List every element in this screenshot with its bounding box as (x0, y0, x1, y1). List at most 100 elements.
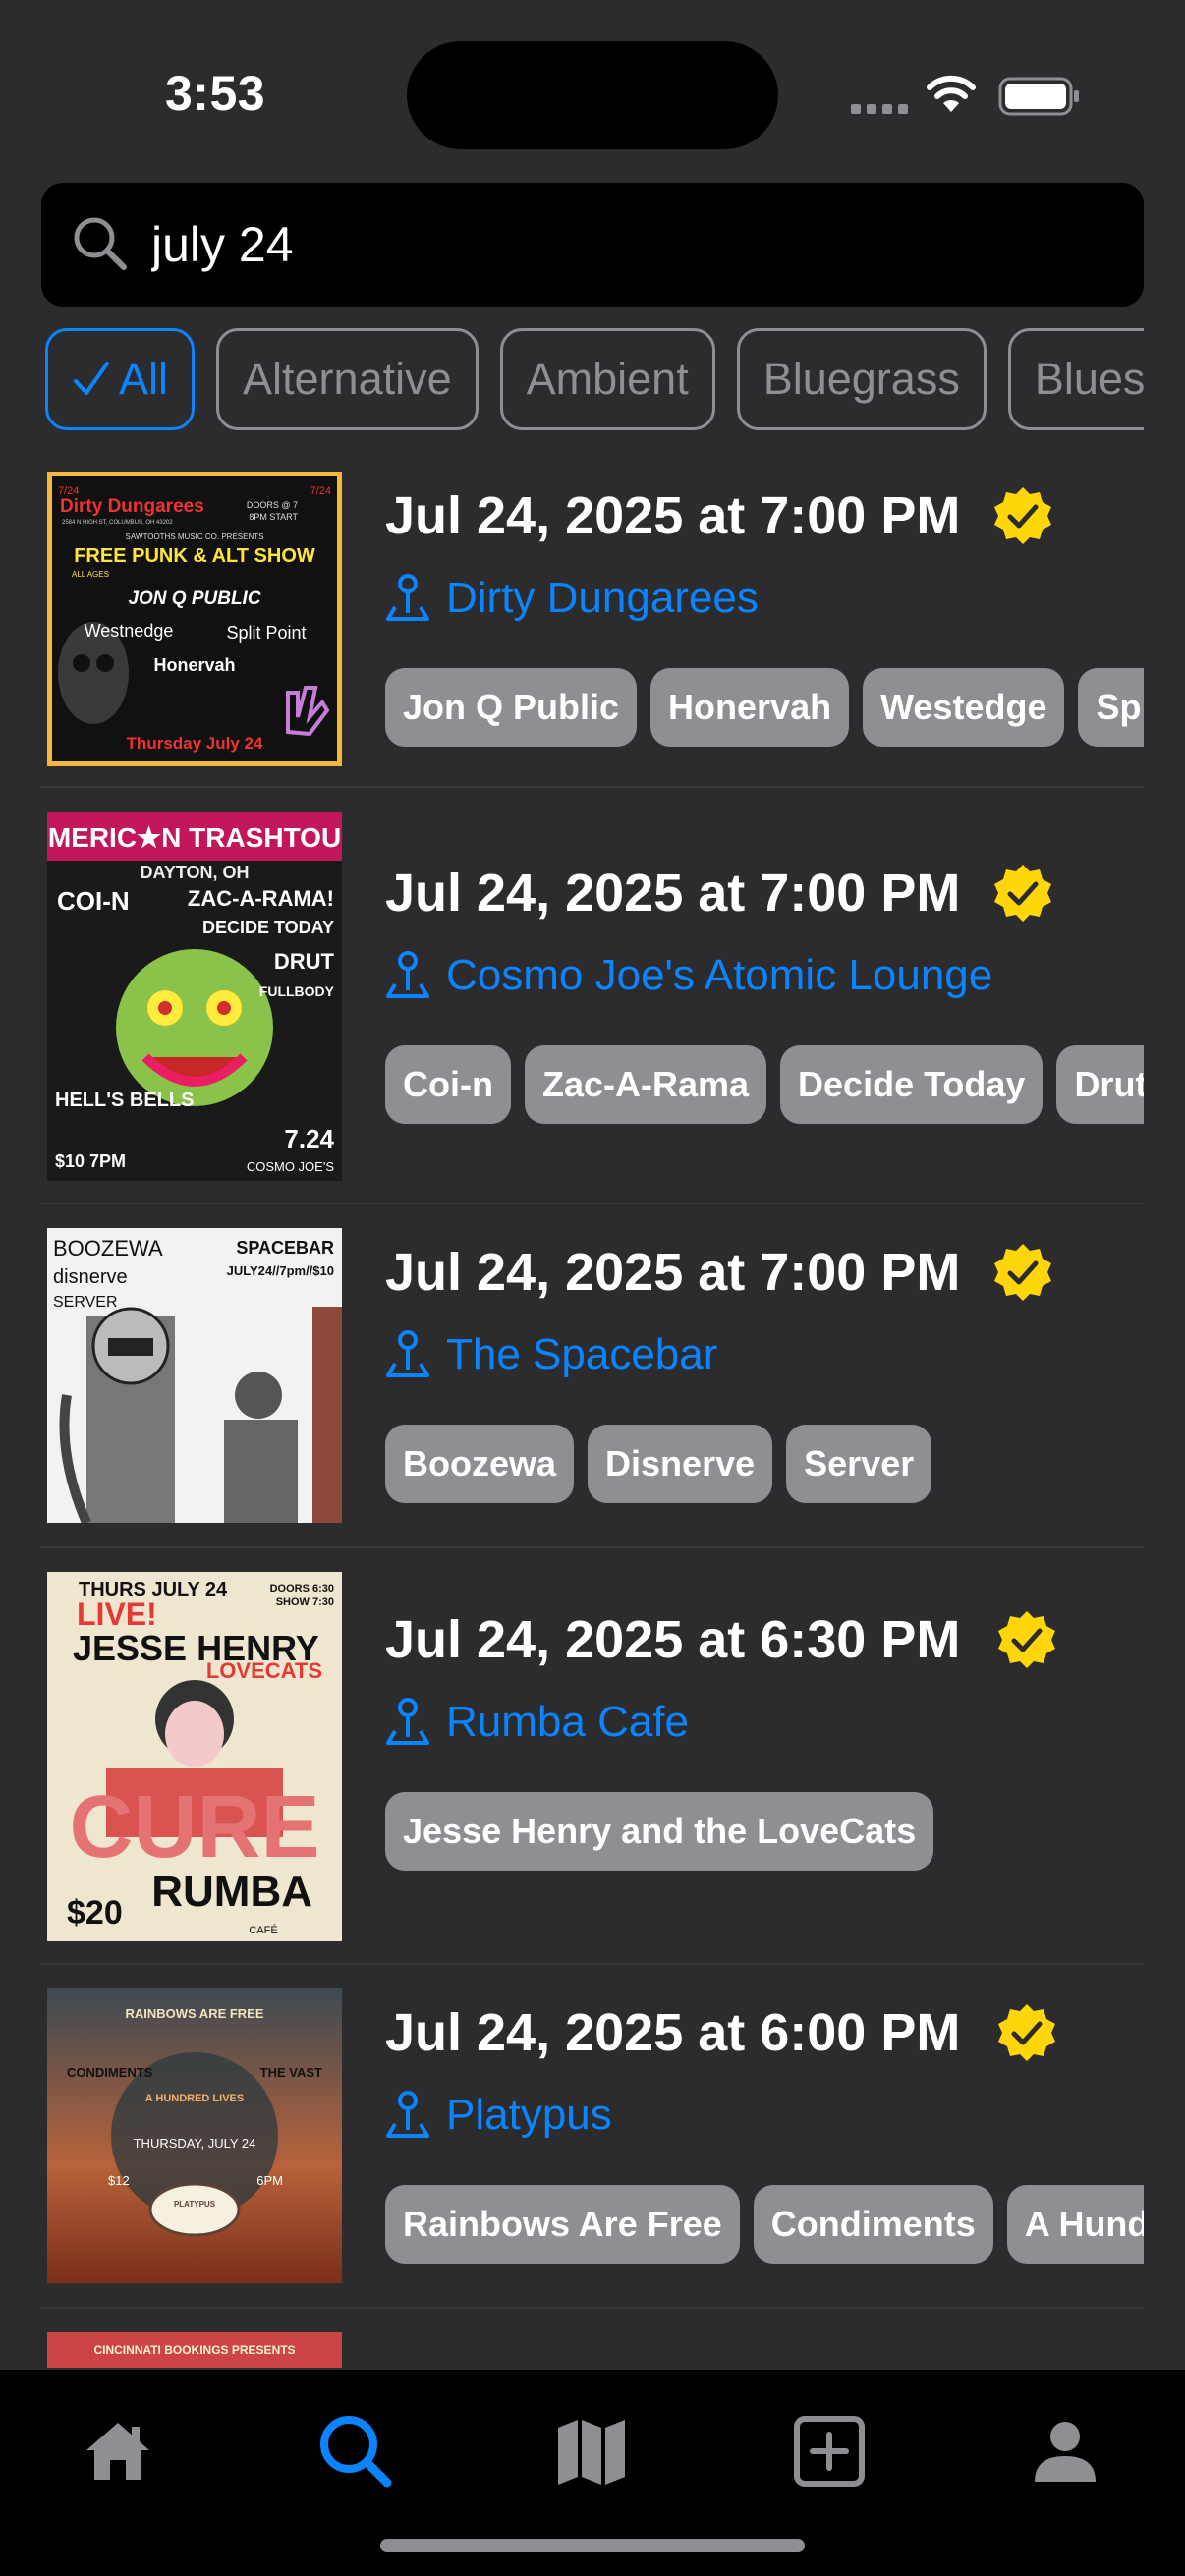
svg-text:CONDIMENTS: CONDIMENTS (67, 2065, 153, 2080)
artist-tag[interactable]: Rainbows Are Free (385, 2185, 740, 2264)
svg-text:6PM: 6PM (256, 2173, 283, 2188)
artist-tag[interactable]: Coi-n (385, 1045, 511, 1124)
svg-text:A HUNDRED LIVES: A HUNDRED LIVES (145, 2093, 244, 2104)
venue-link[interactable]: Cosmo Joe's Atomic Lounge (385, 951, 992, 1000)
svg-text:Honervah: Honervah (153, 655, 235, 675)
svg-text:COSMO JOE'S: COSMO JOE'S (247, 1159, 334, 1174)
status-time: 3:53 (165, 66, 266, 121)
event-list: 7/24 7/24 Dirty Dungarees DOORS @ 7 8PM … (41, 452, 1144, 2368)
event-poster: 7/24 7/24 Dirty Dungarees DOORS @ 7 8PM … (47, 472, 342, 766)
artist-tag[interactable]: A Hundred Lives (1006, 2185, 1144, 2264)
filter-chip-ambient[interactable]: Ambient (499, 328, 715, 430)
artist-tags: Coi-n Zac-A-Rama Decide Today Drut (385, 1045, 1144, 1124)
artist-tag[interactable]: Westedge (863, 668, 1065, 747)
location-pin-icon (386, 1330, 429, 1377)
venue-link[interactable]: Platypus (385, 2091, 612, 2140)
artist-tag[interactable]: Server (786, 1425, 932, 1503)
filter-chip-label: Bluegrass (762, 354, 960, 404)
tab-map[interactable] (542, 2407, 641, 2495)
dynamic-island (407, 41, 778, 149)
svg-text:AMERIC★N TRASHTOUR: AMERIC★N TRASHTOUR (47, 822, 342, 853)
svg-text:$12: $12 (108, 2173, 130, 2188)
svg-text:7.24: 7.24 (284, 1124, 334, 1153)
svg-text:DECIDE TODAY: DECIDE TODAY (202, 918, 334, 937)
svg-text:THURSDAY, JULY 24: THURSDAY, JULY 24 (134, 2136, 256, 2151)
artist-tag[interactable]: Disnerve (588, 1425, 773, 1503)
event-poster: CINCINNATI BOOKINGS PRESENTS (47, 2332, 342, 2368)
artist-tag[interactable]: Boozewa (385, 1425, 575, 1503)
event-row[interactable]: BOOZEWA disnerve SERVER SPACEBAR JULY24/… (41, 1204, 1144, 1548)
svg-text:SHOW 7:30: SHOW 7:30 (276, 1596, 334, 1608)
tab-profile[interactable] (1016, 2407, 1114, 2495)
filter-chip-label: All (119, 354, 169, 404)
search-bar[interactable] (41, 183, 1144, 307)
home-icon (86, 2423, 149, 2480)
event-row[interactable]: THURS JULY 24 DOORS 6:30 SHOW 7:30 LIVE!… (41, 1548, 1144, 1965)
svg-text:Split Point: Split Point (226, 623, 306, 643)
verified-badge-icon (994, 487, 1051, 544)
filter-chip-bluegrass[interactable]: Bluegrass (736, 328, 987, 430)
venue-name: Cosmo Joe's Atomic Lounge (446, 951, 993, 999)
artist-tag[interactable]: Zac-A-Rama (524, 1045, 767, 1124)
svg-text:CAFÉ: CAFÉ (249, 1924, 277, 1936)
svg-text:SERVER: SERVER (53, 1294, 118, 1311)
tab-add[interactable] (780, 2407, 878, 2495)
venue-name: Rumba Cafe (446, 1698, 690, 1746)
venue-link[interactable]: Dirty Dungarees (385, 574, 759, 623)
svg-text:Thursday July 24: Thursday July 24 (127, 734, 263, 753)
filter-chip-label: Blues (1034, 354, 1144, 404)
svg-text:ZAC-A-RAMA!: ZAC-A-RAMA! (188, 886, 334, 911)
event-row[interactable]: CINCINNATI BOOKINGS PRESENTS (41, 2309, 1144, 2368)
event-poster: AMERIC★N TRASHTOUR DAYTON, OH COI-N ZAC-… (47, 812, 342, 1181)
artist-tag[interactable]: Drut (1056, 1045, 1144, 1124)
svg-text:Westnedge: Westnedge (85, 621, 174, 641)
svg-text:RAINBOWS ARE FREE: RAINBOWS ARE FREE (125, 2006, 263, 2021)
event-row[interactable]: 7/24 7/24 Dirty Dungarees DOORS @ 7 8PM … (41, 452, 1144, 788)
location-pin-icon (386, 1698, 429, 1745)
artist-tags: Jesse Henry and the LoveCats (385, 1792, 1144, 1871)
artist-tag[interactable]: Split Point (1078, 668, 1144, 747)
home-indicator (380, 2539, 805, 2552)
svg-text:2584 N HIGH ST, COLUMBUS, OH 4: 2584 N HIGH ST, COLUMBUS, OH 43202 (62, 520, 173, 526)
artist-tag[interactable]: Honervah (650, 668, 850, 747)
artist-tag[interactable]: Jon Q Public (385, 668, 638, 747)
venue-link[interactable]: The Spacebar (385, 1330, 717, 1379)
location-pin-icon (386, 2091, 429, 2138)
filter-chip-blues[interactable]: Blues (1007, 328, 1144, 430)
map-icon (558, 2420, 625, 2485)
svg-text:DAYTON, OH: DAYTON, OH (140, 863, 249, 882)
tab-search[interactable] (307, 2407, 405, 2495)
svg-text:THE VAST: THE VAST (260, 2065, 322, 2080)
svg-text:7/24: 7/24 (310, 485, 331, 497)
svg-text:JON Q PUBLIC: JON Q PUBLIC (128, 588, 260, 609)
artist-tags: Rainbows Are Free Condiments A Hundred L… (385, 2185, 1144, 2264)
status-bar: 3:53 (0, 0, 1185, 177)
event-row[interactable]: AMERIC★N TRASHTOUR DAYTON, OH COI-N ZAC-… (41, 788, 1144, 1204)
event-row[interactable]: RAINBOWS ARE FREE CONDIMENTS THE VAST A … (41, 1965, 1144, 2309)
artist-tag[interactable]: Jesse Henry and the LoveCats (385, 1792, 934, 1871)
filter-chip-label: Ambient (526, 354, 689, 404)
svg-text:JULY24//7pm//$10: JULY24//7pm//$10 (227, 1263, 334, 1278)
svg-text:disnerve: disnerve (53, 1266, 128, 1288)
search-icon (74, 217, 127, 270)
artist-tag[interactable]: Decide Today (780, 1045, 1044, 1124)
search-input[interactable] (151, 212, 1114, 277)
artist-tag[interactable]: Condiments (753, 2185, 993, 2264)
tab-home[interactable] (69, 2407, 167, 2495)
checkmark-icon (74, 362, 109, 395)
filter-chip-alternative[interactable]: Alternative (216, 328, 479, 430)
svg-text:CINCINNATI BOOKINGS PRESENTS: CINCINNATI BOOKINGS PRESENTS (93, 2343, 295, 2357)
svg-text:DRUT: DRUT (274, 949, 335, 974)
event-poster: THURS JULY 24 DOORS 6:30 SHOW 7:30 LIVE!… (47, 1572, 342, 1941)
artist-tags: Jon Q Public Honervah Westedge Split Poi… (385, 668, 1144, 747)
venue-link[interactable]: Rumba Cafe (385, 1698, 689, 1747)
svg-text:8PM START: 8PM START (249, 512, 298, 522)
svg-text:$10 7PM: $10 7PM (55, 1151, 126, 1171)
svg-text:CURE: CURE (69, 1778, 319, 1876)
event-poster: RAINBOWS ARE FREE CONDIMENTS THE VAST A … (47, 1988, 342, 2283)
event-date: Jul 24, 2025 at 7:00 PM (385, 864, 961, 923)
filter-chip-all[interactable]: All (45, 328, 196, 430)
venue-name: The Spacebar (446, 1330, 718, 1378)
verified-badge-icon (998, 1611, 1055, 1668)
battery-icon (998, 77, 1079, 116)
